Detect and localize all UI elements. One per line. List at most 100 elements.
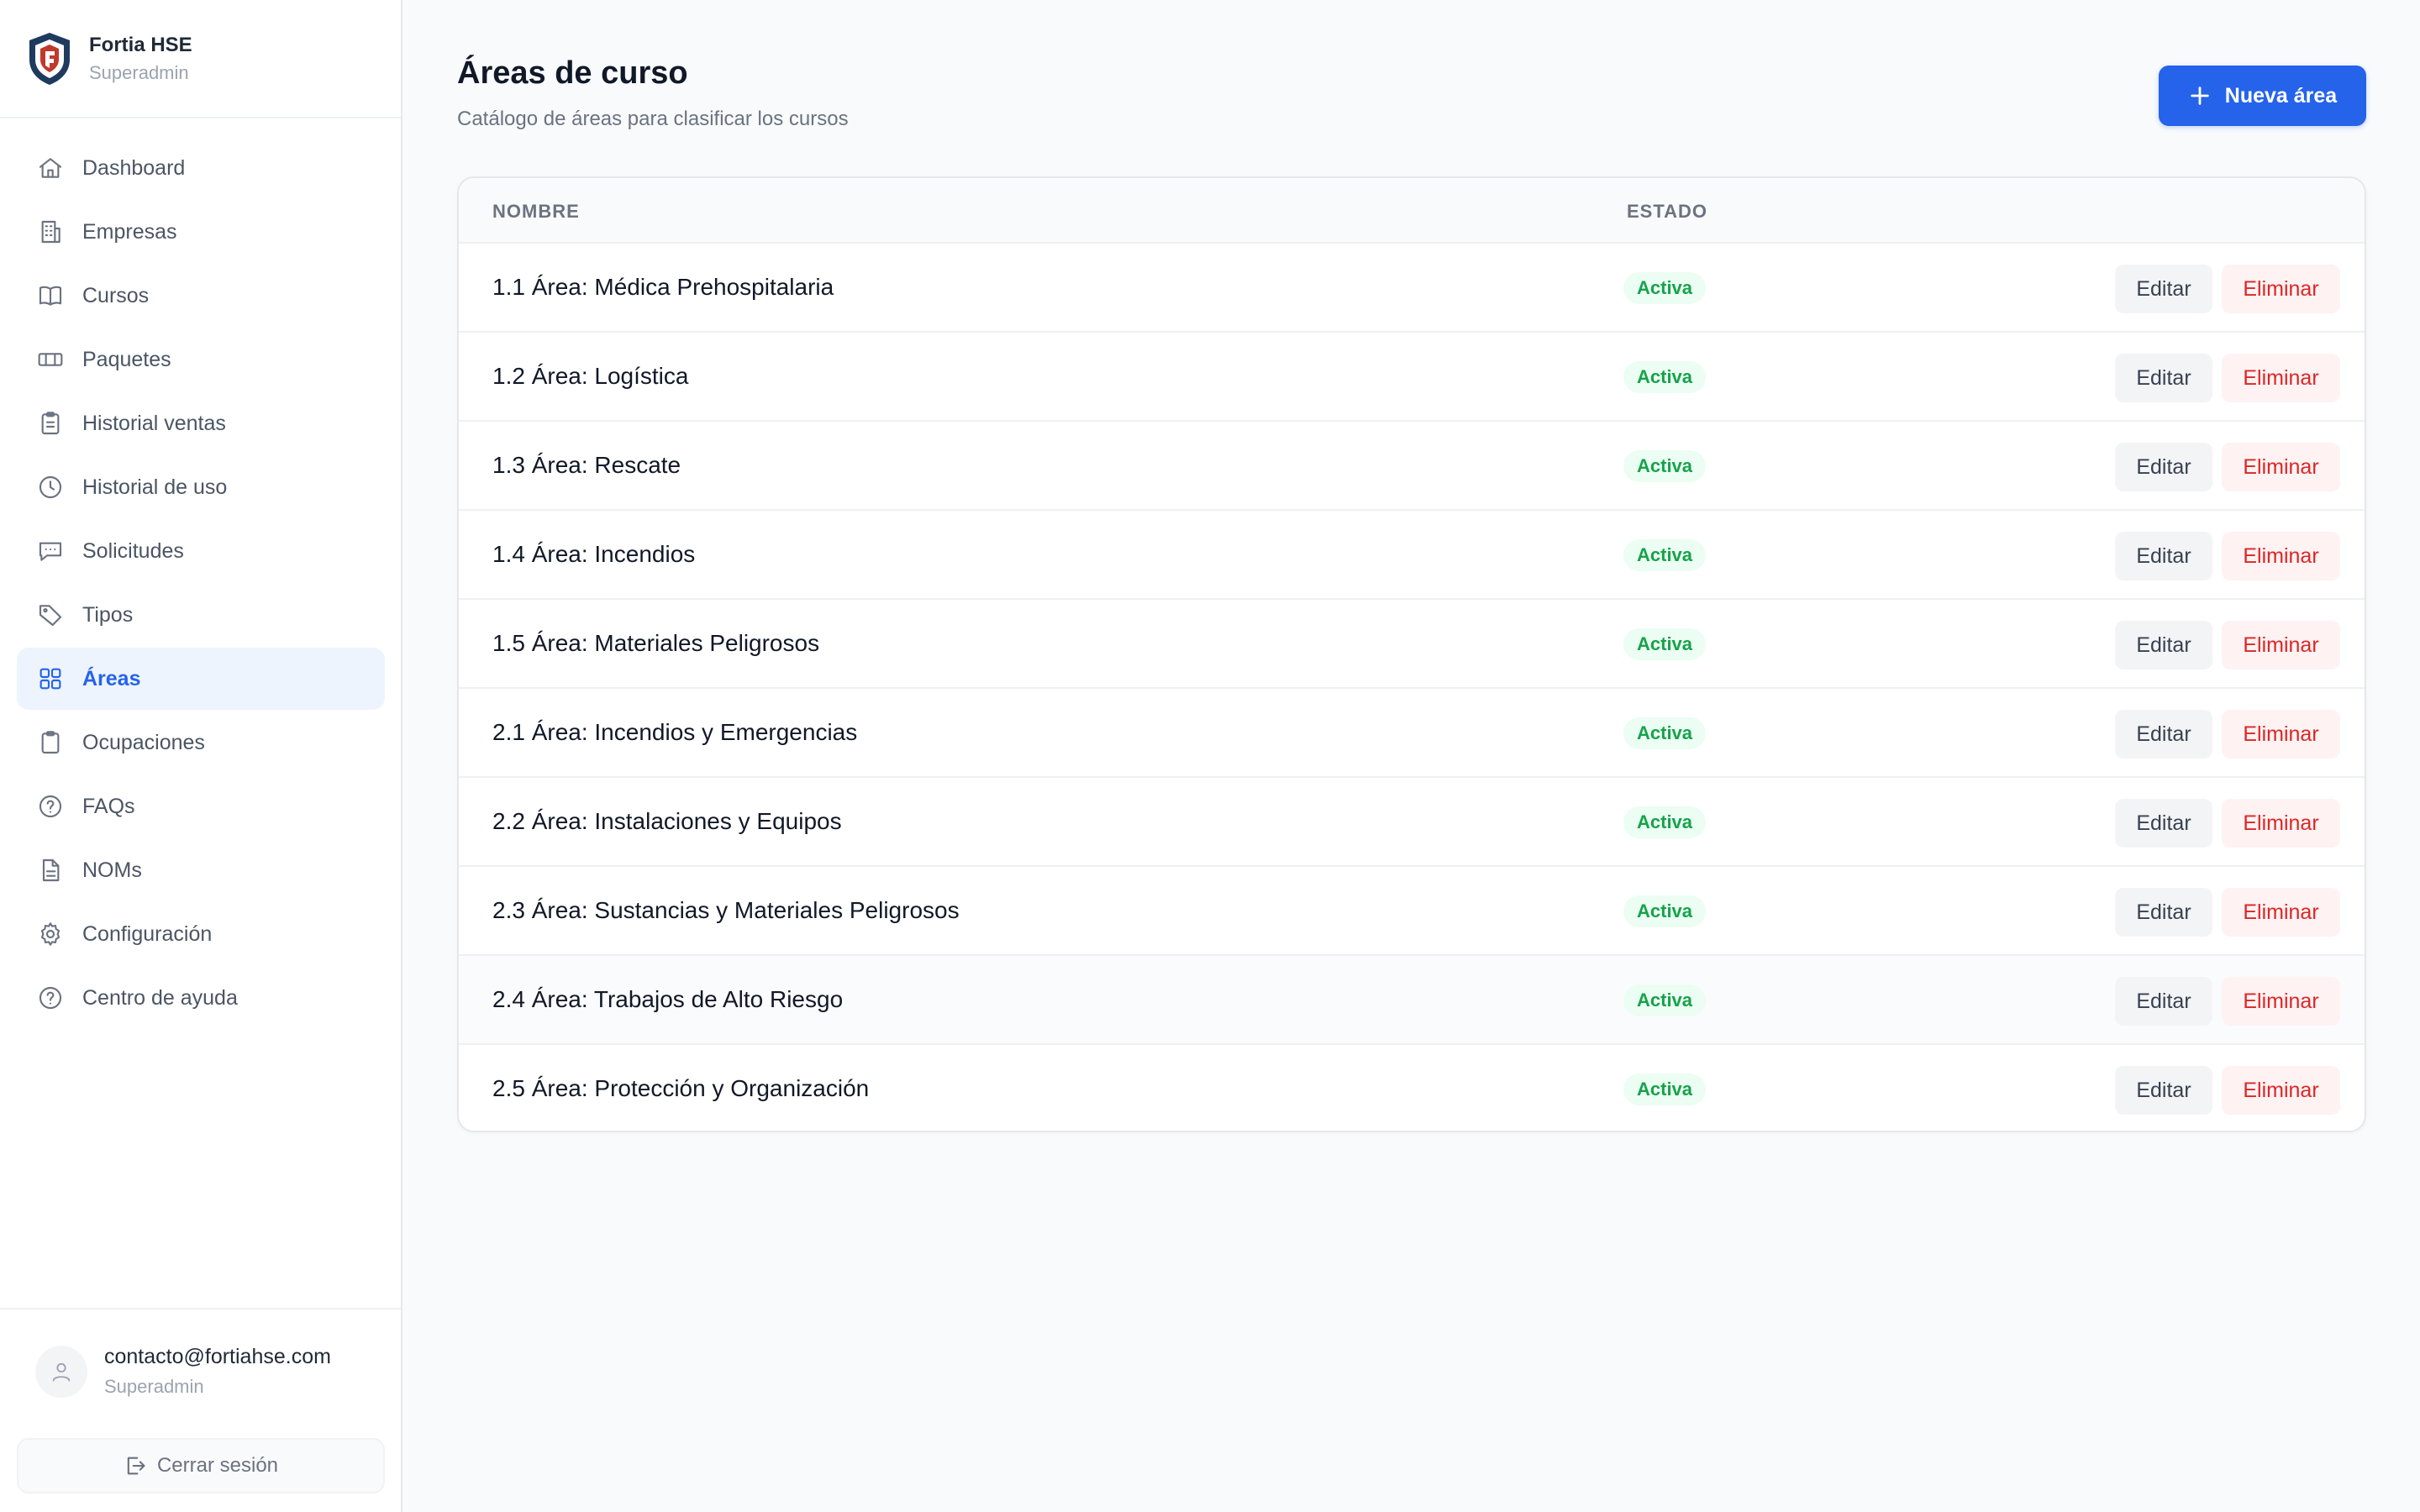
logout-icon	[127, 1457, 145, 1475]
clipboard-icon	[41, 731, 60, 754]
table-row: 1.5 Área: Materiales Peligrosos Activa E…	[459, 600, 2365, 689]
sidebar-nav: Dashboard Empresas Cursos Paquetes Histo…	[17, 137, 385, 1031]
sidebar-item-solicitudes[interactable]: Solicitudes	[17, 520, 385, 582]
status-badge: Activa	[1623, 1074, 1707, 1105]
delete-button[interactable]: Eliminar	[2222, 888, 2340, 937]
user-email: contacto@fortiahse.com	[104, 1345, 331, 1368]
edit-button[interactable]: Editar	[2115, 977, 2212, 1026]
sidebar-item-label: Historial ventas	[82, 411, 226, 435]
edit-button[interactable]: Editar	[2115, 443, 2212, 491]
status-badge: Activa	[1623, 895, 1707, 927]
sidebar-item-label: Tipos	[82, 602, 134, 627]
edit-button[interactable]: Editar	[2115, 354, 2212, 402]
area-name: 1.3 Área: Rescate	[492, 452, 681, 478]
delete-button[interactable]: Eliminar	[2222, 799, 2340, 848]
status-badge: Activa	[1623, 984, 1707, 1016]
new-area-label: Nueva área	[2224, 83, 2338, 108]
sidebar-item-historial-ventas[interactable]: Historial ventas	[17, 392, 385, 454]
table-header: NOMBRE ESTADO	[459, 178, 2365, 244]
sidebar-item-faqs[interactable]: FAQs	[17, 775, 385, 837]
help-circle-icon	[39, 795, 62, 818]
status-badge: Activa	[1623, 717, 1707, 749]
sidebar: Fortia HSE Superadmin Dashboard Empresas…	[0, 0, 402, 1512]
sidebar-item-dashboard[interactable]: Dashboard	[17, 137, 385, 199]
page-subtitle: Catálogo de áreas para clasificar los cu…	[457, 108, 849, 130]
gear-icon	[40, 922, 60, 946]
sidebar-item-label: NOMs	[82, 858, 142, 882]
edit-button[interactable]: Editar	[2115, 532, 2212, 580]
user-panel: contacto@fortiahse.com Superadmin Cerrar…	[0, 1308, 401, 1512]
plus-icon	[2191, 87, 2209, 105]
sidebar-item-label: Áreas	[82, 666, 141, 690]
shield-logo-icon	[29, 32, 70, 85]
status-badge: Activa	[1623, 361, 1707, 393]
table-row: 2.3 Área: Sustancias y Materiales Peligr…	[459, 867, 2365, 956]
delete-button[interactable]: Eliminar	[2222, 265, 2340, 313]
sidebar-item-cursos[interactable]: Cursos	[17, 265, 385, 327]
sidebar-item-label: Solicitudes	[82, 538, 184, 563]
sidebar-item-tipos[interactable]: Tipos	[17, 584, 385, 646]
sidebar-item-areas[interactable]: Áreas	[17, 648, 385, 710]
area-name: 1.2 Área: Logística	[492, 363, 689, 389]
area-name: 2.1 Área: Incendios y Emergencias	[492, 719, 858, 745]
new-area-button[interactable]: Nueva área	[2159, 66, 2366, 126]
column-header-name: NOMBRE	[492, 201, 580, 222]
sidebar-item-paquetes[interactable]: Paquetes	[17, 328, 385, 391]
area-name: 2.3 Área: Sustancias y Materiales Peligr…	[492, 897, 960, 923]
message-icon	[39, 542, 62, 561]
edit-button[interactable]: Editar	[2115, 710, 2212, 759]
document-icon	[42, 858, 60, 882]
sidebar-item-label: FAQs	[82, 794, 135, 818]
sidebar-item-label: Centro de ayuda	[82, 985, 238, 1010]
edit-button[interactable]: Editar	[2115, 265, 2212, 313]
sidebar-item-centro-ayuda[interactable]: Centro de ayuda	[17, 967, 385, 1029]
book-icon	[39, 286, 62, 306]
edit-button[interactable]: Editar	[2115, 1066, 2212, 1115]
help-circle-icon	[39, 986, 62, 1010]
home-icon	[39, 158, 62, 178]
logout-button[interactable]: Cerrar sesión	[17, 1438, 385, 1494]
table-row: 1.2 Área: Logística Activa Editar Elimin…	[459, 333, 2365, 422]
delete-button[interactable]: Eliminar	[2222, 710, 2340, 759]
sidebar-item-ocupaciones[interactable]: Ocupaciones	[17, 711, 385, 774]
sidebar-item-label: Dashboard	[82, 155, 186, 180]
areas-table: NOMBRE ESTADO 1.1 Área: Médica Prehospit…	[457, 176, 2366, 1132]
building-icon	[41, 220, 60, 244]
area-name: 2.2 Área: Instalaciones y Equipos	[492, 808, 842, 834]
table-row: 2.4 Área: Trabajos de Alto Riesgo Activa…	[459, 956, 2365, 1045]
edit-button[interactable]: Editar	[2115, 621, 2212, 669]
delete-button[interactable]: Eliminar	[2222, 354, 2340, 402]
area-name: 1.4 Área: Incendios	[492, 541, 696, 567]
sidebar-item-historial-uso[interactable]: Historial de uso	[17, 456, 385, 518]
avatar	[35, 1345, 87, 1398]
user-icon	[52, 1362, 71, 1381]
status-badge: Activa	[1623, 272, 1707, 304]
table-row: 1.4 Área: Incendios Activa Editar Elimin…	[459, 511, 2365, 600]
area-name: 2.5 Área: Protección y Organización	[492, 1075, 870, 1101]
brand-name: Fortia HSE	[89, 33, 192, 56]
sidebar-item-label: Ocupaciones	[82, 730, 205, 754]
delete-button[interactable]: Eliminar	[2222, 1066, 2340, 1115]
delete-button[interactable]: Eliminar	[2222, 443, 2340, 491]
sidebar-item-configuracion[interactable]: Configuración	[17, 903, 385, 965]
edit-button[interactable]: Editar	[2115, 799, 2212, 848]
page-title: Áreas de curso	[457, 55, 688, 91]
grid-icon	[39, 668, 61, 690]
brand: Fortia HSE Superadmin	[0, 0, 401, 118]
sidebar-item-noms[interactable]: NOMs	[17, 839, 385, 901]
status-badge: Activa	[1623, 628, 1707, 660]
sidebar-item-label: Historial de uso	[82, 475, 228, 499]
status-badge: Activa	[1623, 806, 1707, 838]
delete-button[interactable]: Eliminar	[2222, 977, 2340, 1026]
sidebar-item-label: Cursos	[82, 283, 150, 307]
user-info: contacto@fortiahse.com Superadmin	[35, 1345, 331, 1398]
brand-role: Superadmin	[89, 61, 189, 83]
edit-button[interactable]: Editar	[2115, 888, 2212, 937]
delete-button[interactable]: Eliminar	[2222, 532, 2340, 580]
logout-label: Cerrar sesión	[156, 1454, 279, 1477]
delete-button[interactable]: Eliminar	[2222, 621, 2340, 669]
table-row: 2.5 Área: Protección y Organización Acti…	[459, 1045, 2365, 1131]
column-header-status: ESTADO	[1627, 201, 1708, 222]
area-name: 2.4 Área: Trabajos de Alto Riesgo	[492, 986, 844, 1012]
sidebar-item-empresas[interactable]: Empresas	[17, 201, 385, 263]
